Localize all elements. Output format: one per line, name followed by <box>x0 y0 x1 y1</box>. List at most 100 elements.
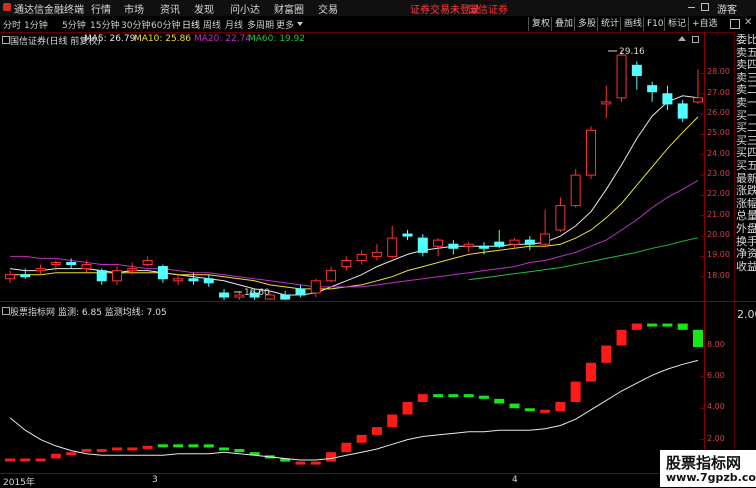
candle-body[interactable] <box>448 243 459 249</box>
candle-body[interactable] <box>402 233 413 237</box>
period-5min[interactable]: 5分钟 <box>62 18 86 31</box>
candle-body[interactable] <box>142 259 153 266</box>
collapse-icon[interactable] <box>678 36 686 41</box>
broker-name[interactable]: 国信证券 <box>468 1 508 16</box>
indicator-bar <box>295 461 306 465</box>
candle-body[interactable] <box>433 239 444 247</box>
quote-label: 卖五 <box>736 46 756 59</box>
candle-body[interactable] <box>371 251 382 257</box>
high-price-annotation: 29.16 <box>619 47 645 57</box>
candle-body[interactable] <box>280 294 291 300</box>
multi-stock-button[interactable]: 多股 <box>574 17 599 31</box>
menu-faxian[interactable]: 发现 <box>194 1 214 16</box>
candle-body[interactable] <box>540 233 551 245</box>
candle-body[interactable] <box>219 292 230 298</box>
settings-icon[interactable] <box>692 36 699 43</box>
candle-body[interactable] <box>494 241 505 247</box>
indicator-bar <box>127 447 138 451</box>
indicator-chart[interactable] <box>0 318 704 473</box>
candle-body[interactable] <box>310 280 321 294</box>
candle-body[interactable] <box>96 270 107 282</box>
menu-wenxiaoda[interactable]: 问小达 <box>230 1 260 16</box>
menu-zixun[interactable]: 资讯 <box>160 1 180 16</box>
indicator-values: 监测: 6.85 监测均线: 7.05 <box>58 308 167 318</box>
candle-body[interactable] <box>677 103 688 119</box>
candle-body[interactable] <box>631 64 642 76</box>
indicator-side-panel <box>734 302 756 473</box>
chart-menu-icon[interactable] <box>2 36 10 44</box>
guest-label[interactable]: 游客 <box>717 1 737 16</box>
candle-body[interactable] <box>81 264 92 270</box>
candle-body[interactable] <box>524 239 535 245</box>
candle-body[interactable] <box>50 262 61 266</box>
candle-body[interactable] <box>647 85 658 93</box>
candle-body[interactable] <box>112 270 123 282</box>
indicator-tick: 4.00 <box>707 402 725 412</box>
menu-shichang[interactable]: 市场 <box>124 1 144 16</box>
indicator-bar <box>585 362 596 382</box>
period-1min[interactable]: 1分钟 <box>24 18 48 31</box>
candle-body[interactable] <box>5 274 15 280</box>
indicator-tick: 6.00 <box>707 370 725 380</box>
candle-body[interactable] <box>188 278 199 282</box>
candle-body[interactable] <box>234 294 245 298</box>
close-icon[interactable]: ✕ <box>744 17 752 28</box>
minimize-icon[interactable] <box>688 7 695 8</box>
candle-body[interactable] <box>157 266 168 280</box>
menu-caifuquan[interactable]: 财富圈 <box>274 1 304 16</box>
ma5-label: MA5: 26.79 <box>84 34 136 44</box>
candle-body[interactable] <box>570 174 581 207</box>
period-daily[interactable]: 日线 <box>182 18 200 31</box>
period-monthly[interactable]: 月线 <box>225 18 243 31</box>
candle-body[interactable] <box>326 270 337 282</box>
candle-body[interactable] <box>127 268 138 272</box>
candle-body[interactable] <box>601 101 612 105</box>
candle-body[interactable] <box>66 262 77 266</box>
indicator-bar <box>5 458 15 462</box>
price-tick: 27.00 <box>707 87 730 97</box>
candle-body[interactable] <box>35 268 46 272</box>
period-60min[interactable]: 60分钟 <box>151 18 180 31</box>
candle-body[interactable] <box>509 239 520 245</box>
candle-body[interactable] <box>203 278 214 284</box>
candle-body[interactable] <box>20 274 31 278</box>
statistics-button[interactable]: 统计 <box>597 17 622 31</box>
period-weekly[interactable]: 周线 <box>203 18 221 31</box>
price-chart[interactable]: 29.16 16.60 <box>0 45 704 300</box>
period-more[interactable]: 更多 <box>276 18 294 31</box>
quote-label: 买四 <box>736 147 756 160</box>
menu-jiaoyi[interactable]: 交易 <box>318 1 338 16</box>
candle-body[interactable] <box>662 93 673 105</box>
add-watchlist-button[interactable]: +自选 <box>688 17 721 31</box>
chevron-down-icon[interactable] <box>297 22 303 26</box>
indicator-menu-icon[interactable] <box>2 307 10 315</box>
candle-body[interactable] <box>616 54 627 99</box>
indicator-bar <box>203 444 214 448</box>
overlay-button[interactable]: 叠加 <box>551 17 576 31</box>
draw-line-button[interactable]: 画线 <box>620 17 645 31</box>
fuquan-button[interactable]: 复权 <box>528 17 553 31</box>
period-multi[interactable]: 多周期 <box>247 18 274 31</box>
candle-body[interactable] <box>341 259 352 268</box>
indicator-bar <box>341 442 352 453</box>
date-mark-march: 3 <box>152 475 158 485</box>
candle-body[interactable] <box>555 205 566 231</box>
indicator-title[interactable]: 股票指标网 <box>10 305 55 318</box>
period-30min[interactable]: 30分钟 <box>121 18 150 31</box>
period-fenshi[interactable]: 分时 <box>3 18 21 31</box>
candle-body[interactable] <box>478 245 489 249</box>
indicator-bar <box>387 414 398 428</box>
candle-body[interactable] <box>585 129 596 176</box>
menu-hangqing[interactable]: 行情 <box>91 1 111 16</box>
period-15min[interactable]: 15分钟 <box>90 18 119 31</box>
mark-button[interactable]: 标记 <box>664 17 689 31</box>
candle-body[interactable] <box>295 288 306 296</box>
candle-body[interactable] <box>356 253 367 261</box>
candle-body[interactable] <box>387 237 398 257</box>
candle-body[interactable] <box>173 278 184 282</box>
maximize-icon[interactable] <box>701 3 709 11</box>
candle-body[interactable] <box>463 243 474 247</box>
candle-body[interactable] <box>693 97 703 103</box>
candle-body[interactable] <box>417 237 428 253</box>
expand-icon[interactable] <box>730 19 740 29</box>
